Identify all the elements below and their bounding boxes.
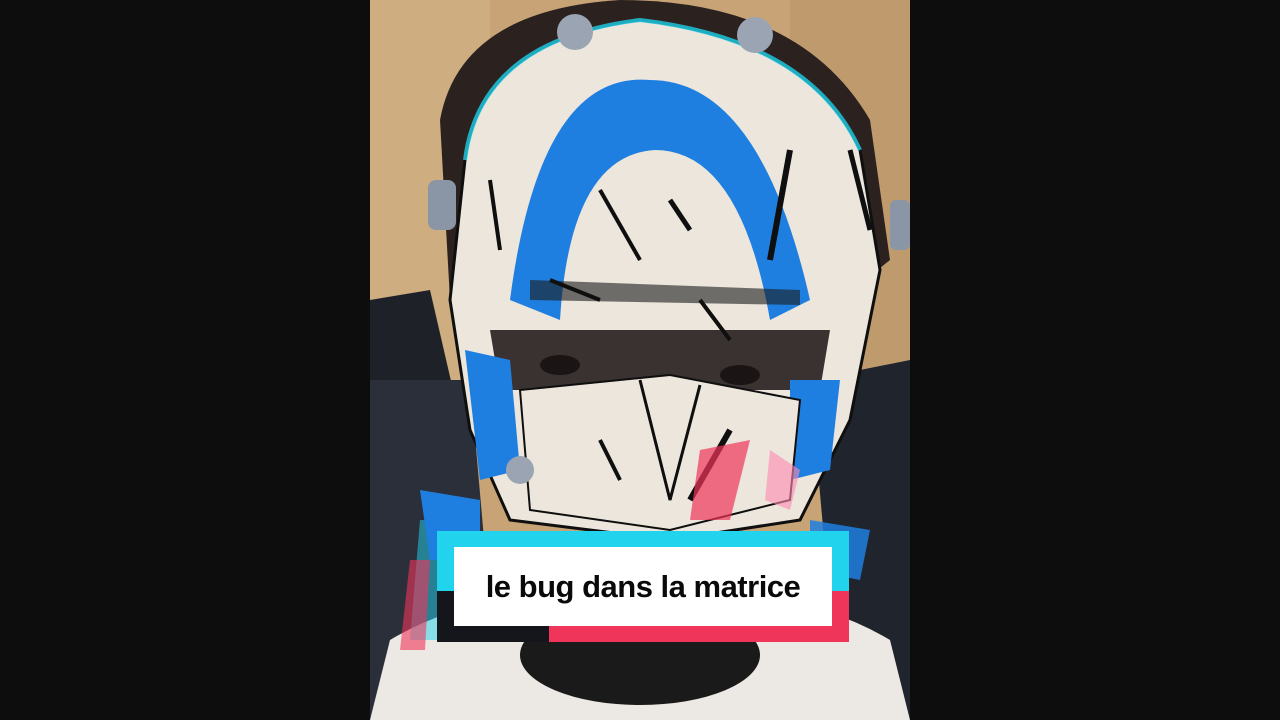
caption-text: le bug dans la matrice (485, 568, 801, 604)
caption-text-box: le bug dans la matrice (454, 547, 832, 626)
video-stage: le bug dans la matrice (0, 0, 1280, 720)
caption-banner: le bug dans la matrice (437, 531, 849, 642)
